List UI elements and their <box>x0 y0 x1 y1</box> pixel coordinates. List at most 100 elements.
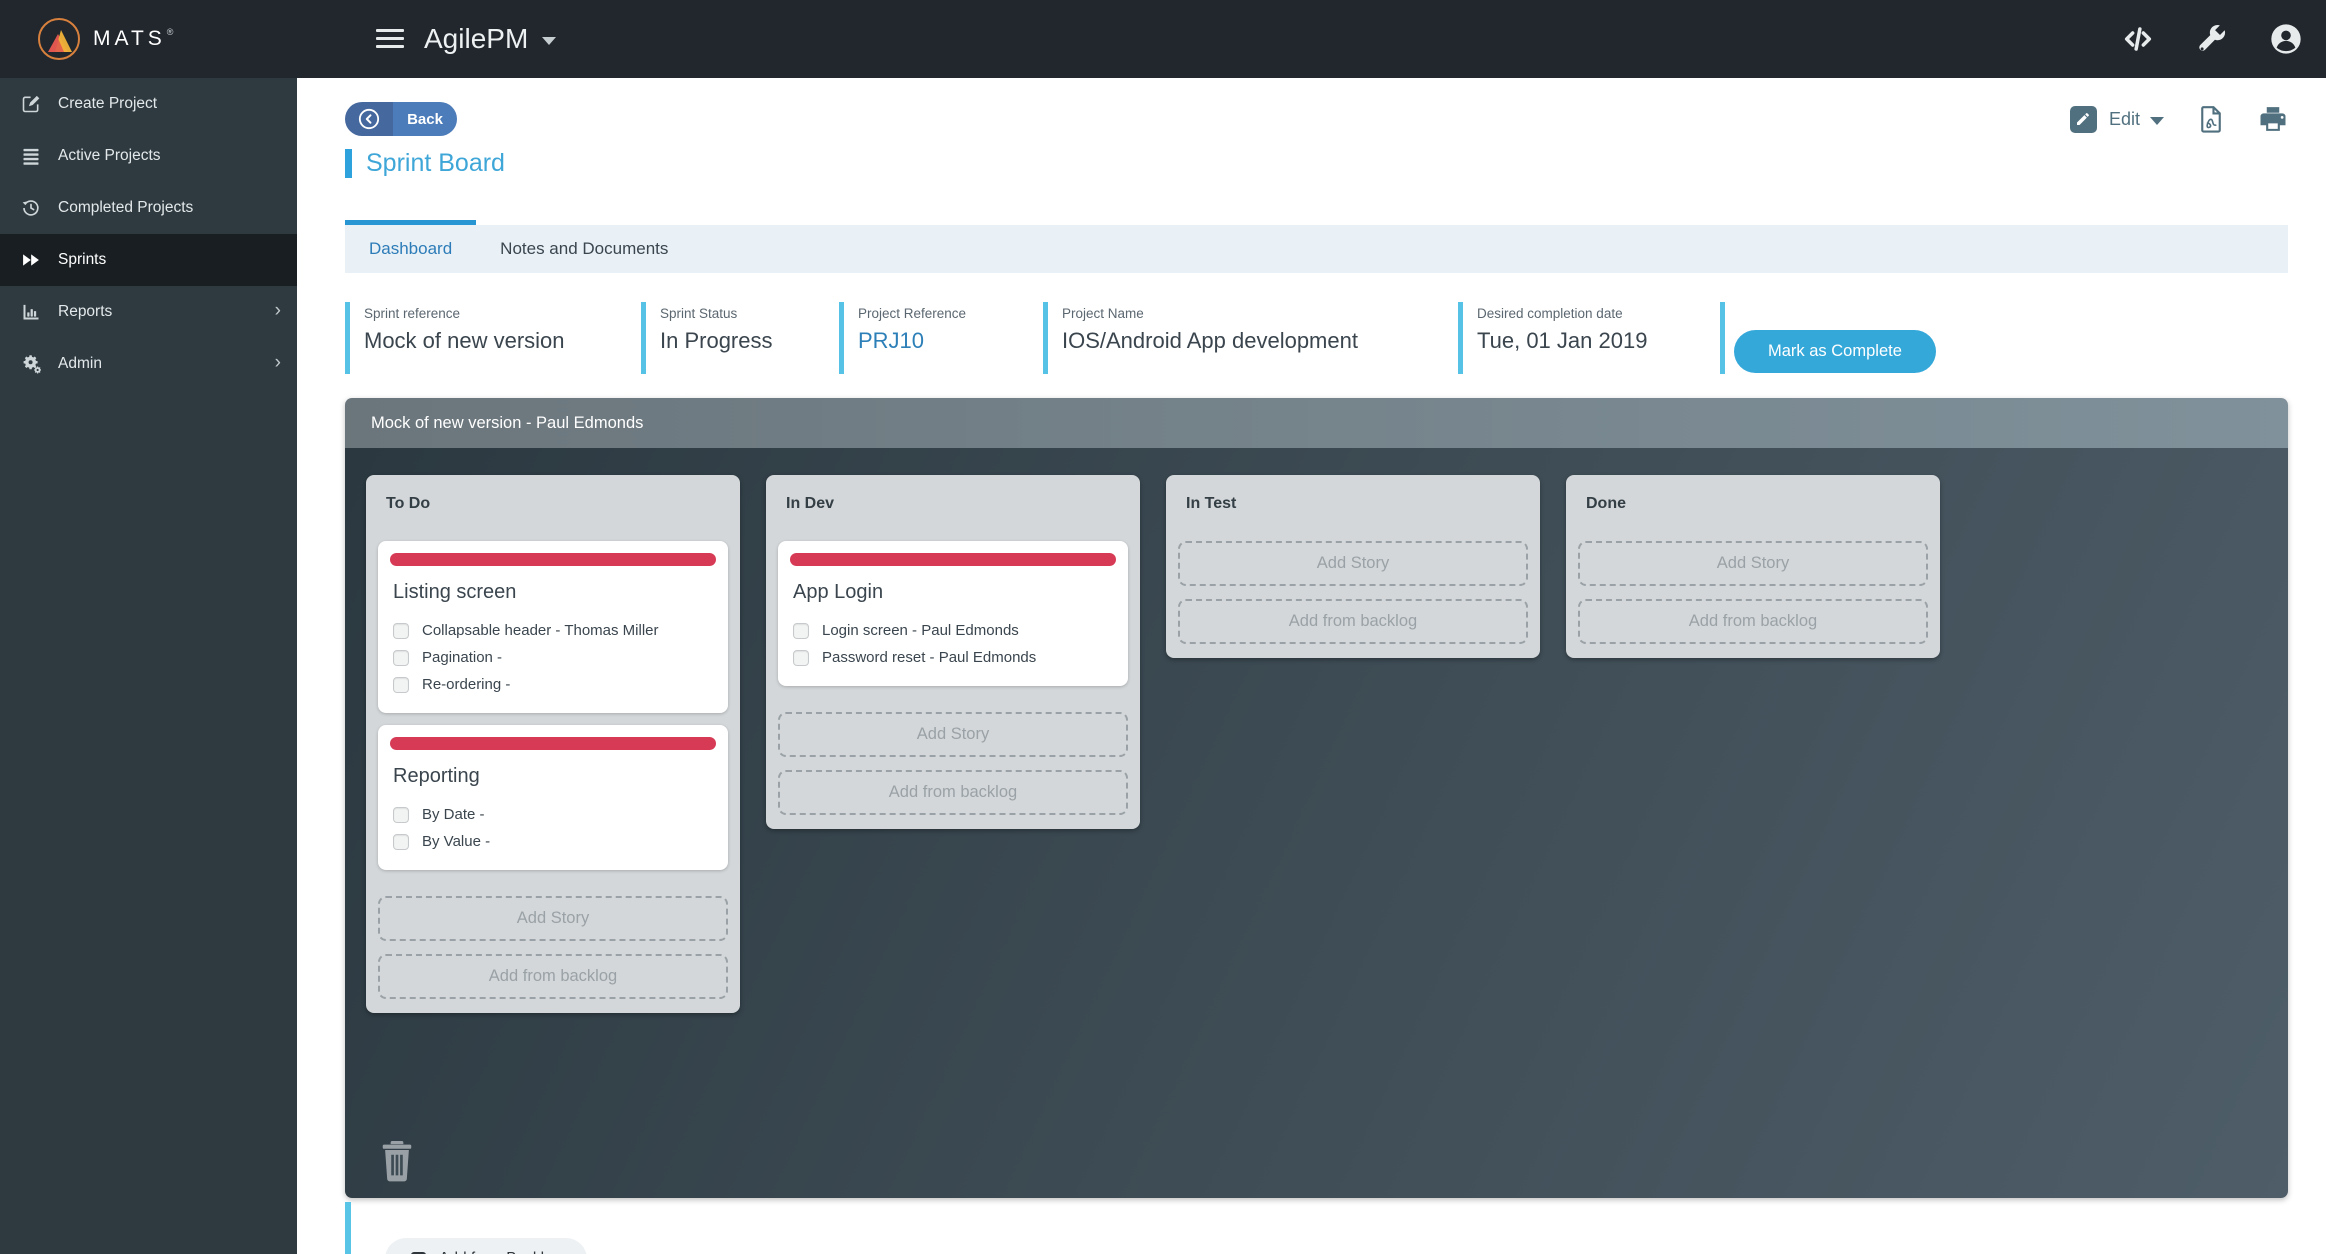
task-checkbox[interactable] <box>393 834 409 850</box>
bar-chart-icon <box>19 301 43 323</box>
export-pdf-icon[interactable] <box>2196 104 2226 134</box>
sidebar-item-sprints[interactable]: Sprints <box>0 234 297 286</box>
info-field-sprint-status: Sprint StatusIn Progress <box>641 302 773 374</box>
tab-label: Notes and Documents <box>500 239 668 259</box>
mats-logo-icon <box>38 18 80 60</box>
brand[interactable]: MATS® <box>38 0 177 78</box>
toolbar-row: Back Edit <box>345 100 2288 138</box>
board-header: Mock of new version - Paul Edmonds <box>345 398 2288 448</box>
sidebar-item-admin[interactable]: Admin› <box>0 338 297 390</box>
backlog-button-label: Add from Backlog <box>439 1250 561 1254</box>
info-field-project-reference: Project Reference PRJ10 <box>839 302 966 374</box>
sprint-info-row: Sprint referenceMock of new versionSprin… <box>345 300 2288 376</box>
back-button[interactable]: Back <box>345 102 457 136</box>
task-row[interactable]: Login screen - Paul Edmonds <box>793 622 1116 639</box>
info-field-value[interactable]: PRJ10 <box>858 328 966 354</box>
tab-dashboard[interactable]: Dashboard <box>345 225 476 273</box>
back-button-label: Back <box>393 102 457 136</box>
add-from-backlog-button[interactable]: Add from backlog <box>378 954 728 999</box>
info-field-label: Project Reference <box>858 306 966 321</box>
info-field-project-name: Project NameIOS/Android App development <box>1043 302 1358 374</box>
story-priority-bar <box>390 553 716 566</box>
sidebar-toggle-icon[interactable] <box>376 24 404 52</box>
edit-pencil-icon[interactable] <box>2070 106 2097 133</box>
add-from-backlog-footer-button[interactable]: Add from Backlog <box>385 1238 587 1254</box>
app-title-menu[interactable]: AgilePM <box>424 0 556 78</box>
print-icon[interactable] <box>2258 104 2288 134</box>
edit-menu-label[interactable]: Edit <box>2109 109 2140 130</box>
add-story-button[interactable]: Add Story <box>1578 541 1928 586</box>
mark-as-complete-button[interactable]: Mark as Complete <box>1734 330 1936 373</box>
story-priority-bar <box>390 737 716 750</box>
info-field-value: Mock of new version <box>364 328 565 354</box>
story-card-listing-screen[interactable]: Listing screenCollapsable header - Thoma… <box>378 541 728 713</box>
task-checkbox[interactable] <box>393 623 409 639</box>
info-field-label: Sprint reference <box>364 306 565 321</box>
info-field-label: Project Name <box>1062 306 1358 321</box>
sidebar-item-active-projects[interactable]: Active Projects <box>0 130 297 182</box>
add-story-button[interactable]: Add Story <box>778 712 1128 757</box>
board-column-in-dev: In DevApp LoginLogin screen - Paul Edmon… <box>766 475 1140 829</box>
user-icon[interactable] <box>2270 23 2302 55</box>
main-content: Back Edit <box>297 78 2326 1254</box>
story-title: App Login <box>793 581 1116 604</box>
add-from-backlog-button[interactable]: Add from backlog <box>1578 599 1928 644</box>
brand-name: MATS® <box>93 27 177 51</box>
sidebar-item-reports[interactable]: Reports › <box>0 286 297 338</box>
board-body: To Do Listing screenCollapsable header - … <box>345 448 2288 1198</box>
document-actions: Edit <box>2070 100 2288 138</box>
info-divider <box>1720 302 1725 374</box>
task-row[interactable]: By Value - <box>393 833 716 850</box>
task-label: Collapsable header - Thomas Miller <box>422 622 659 639</box>
tab-bar: Dashboard Notes and Documents <box>345 225 2288 273</box>
tab-notes-and-documents[interactable]: Notes and Documents <box>476 225 692 273</box>
task-checkbox[interactable] <box>393 677 409 693</box>
task-checkbox[interactable] <box>393 650 409 666</box>
task-row[interactable]: Collapsable header - Thomas Miller <box>393 622 716 639</box>
task-row[interactable]: Re-ordering - <box>393 676 716 693</box>
history-icon <box>19 197 43 219</box>
app-title-label: AgilePM <box>424 23 528 55</box>
wrench-icon[interactable] <box>2196 23 2228 55</box>
board-columns: To Do Listing screenCollapsable header - … <box>366 475 2268 1013</box>
backlog-accent-bar <box>345 1202 351 1254</box>
add-story-button[interactable]: Add Story <box>378 896 728 941</box>
story-card-reporting[interactable]: ReportingBy Date -By Value - <box>378 725 728 870</box>
sidebar-item-label: Admin <box>58 355 102 373</box>
board-column-to-do: To Do Listing screenCollapsable header - … <box>366 475 740 1013</box>
edit-chevron-down-icon[interactable] <box>2150 117 2164 125</box>
column-actions: Add Story Add from backlog <box>778 712 1128 815</box>
board-title: Mock of new version - Paul Edmonds <box>371 414 643 433</box>
task-label: Pagination - <box>422 649 502 666</box>
task-row[interactable]: Pagination - <box>393 649 716 666</box>
sidebar-nav: Create ProjectActive Projects Completed P… <box>0 78 297 1254</box>
task-checkbox[interactable] <box>793 623 809 639</box>
column-actions: Add Story Add from backlog <box>378 896 728 999</box>
story-priority-bar <box>790 553 1116 566</box>
add-story-button[interactable]: Add Story <box>1178 541 1528 586</box>
add-from-backlog-button[interactable]: Add from backlog <box>778 770 1128 815</box>
sidebar-item-label: Completed Projects <box>58 199 193 217</box>
board-column-done: DoneAdd StoryAdd from backlog <box>1566 475 1940 658</box>
page-title-row: Sprint Board <box>345 146 505 180</box>
task-row[interactable]: By Date - <box>393 806 716 823</box>
trash-icon[interactable] <box>378 1137 416 1182</box>
task-row[interactable]: Password reset - Paul Edmonds <box>793 649 1116 666</box>
chevron-right-icon: › <box>275 301 281 323</box>
column-actions: Add Story Add from backlog <box>1578 541 1928 644</box>
gears-icon <box>19 353 43 375</box>
code-icon[interactable] <box>2122 23 2154 55</box>
header-actions <box>2122 0 2302 78</box>
sidebar-item-completed-projects[interactable]: Completed Projects <box>0 182 297 234</box>
column-actions: Add Story Add from backlog <box>1178 541 1528 644</box>
task-checkbox[interactable] <box>393 807 409 823</box>
story-card-app-login[interactable]: App Login Login screen - Paul Edmonds Pass… <box>778 541 1128 686</box>
sprint-board-panel: Mock of new version - Paul Edmonds To Do… <box>345 398 2288 1198</box>
info-field-sprint-reference: Sprint reference Mock of new version <box>345 302 565 374</box>
sidebar-item-create-project[interactable]: Create Project <box>0 78 297 130</box>
column-title: To Do <box>386 495 728 513</box>
sidebar-item-label: Reports <box>58 303 112 321</box>
add-from-backlog-button[interactable]: Add from backlog <box>1178 599 1528 644</box>
backlog-section: Add from Backlog <box>345 1200 1245 1254</box>
task-checkbox[interactable] <box>793 650 809 666</box>
